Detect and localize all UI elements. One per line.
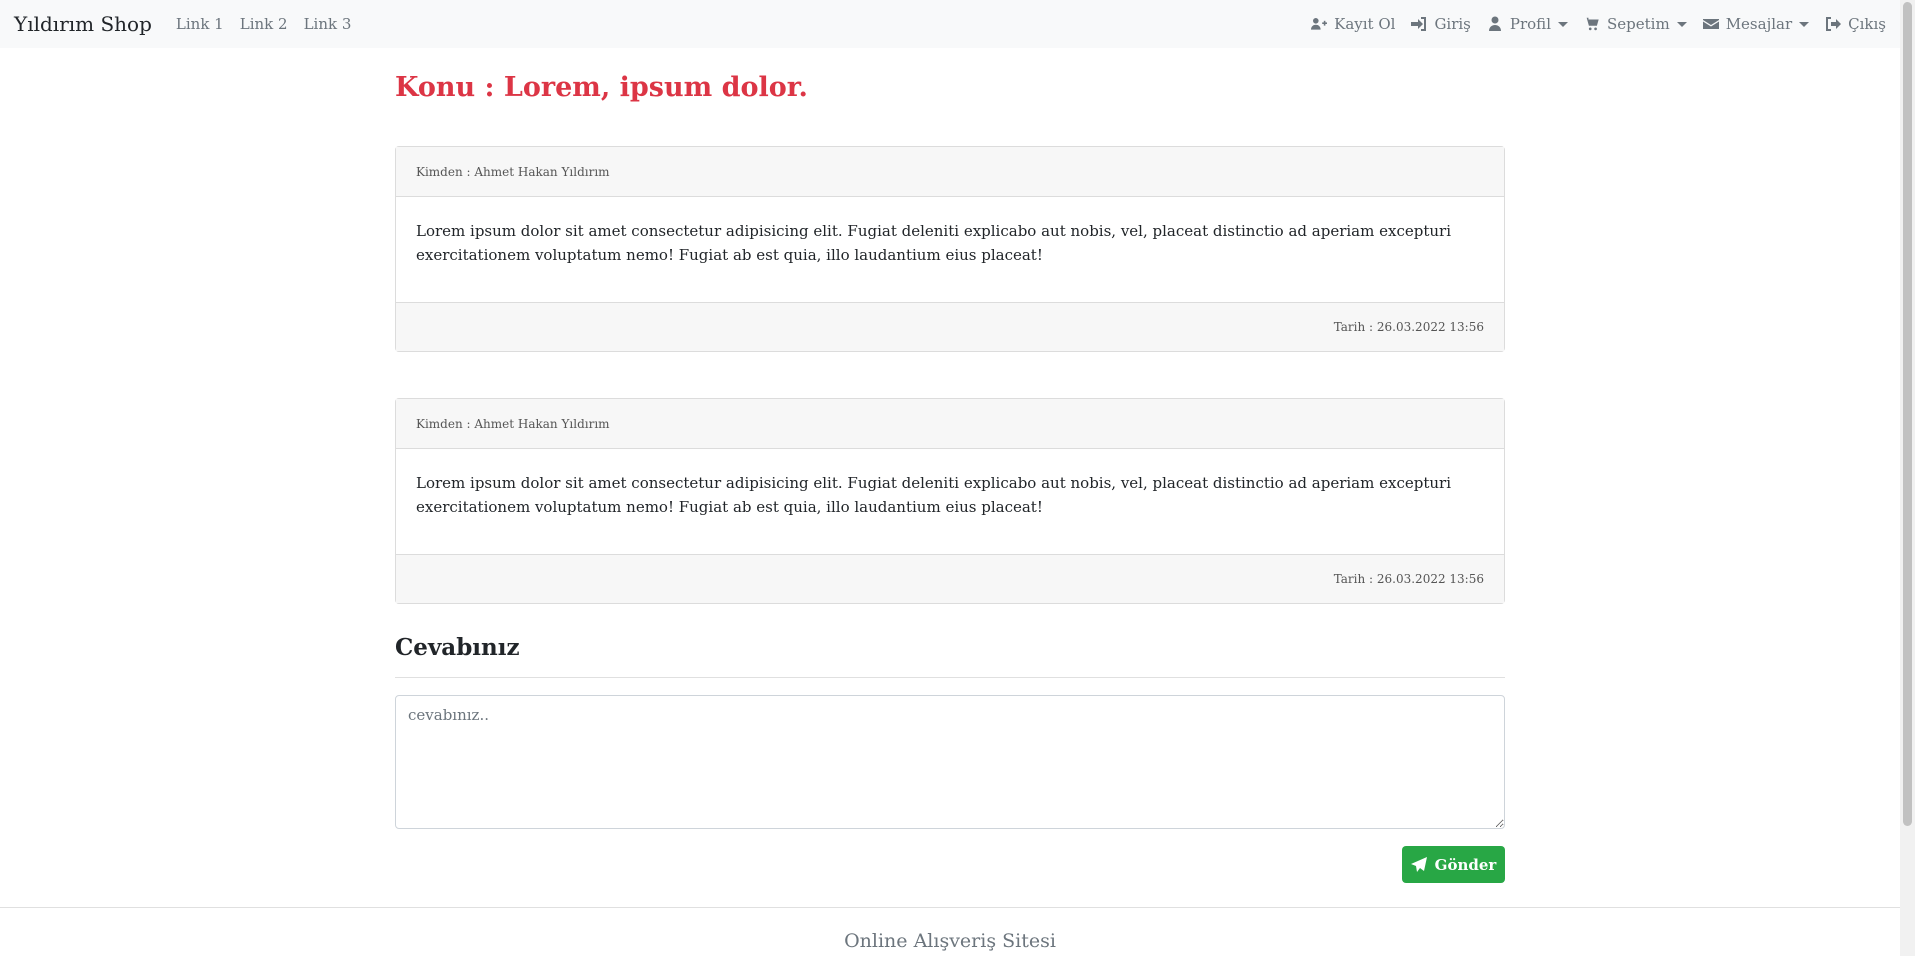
nav-messages-label: Mesajlar xyxy=(1725,15,1793,33)
send-button-label: Gönder xyxy=(1434,855,1497,874)
chevron-down-icon xyxy=(1676,21,1687,27)
nav-messages-dropdown[interactable]: Mesajlar xyxy=(1702,15,1810,33)
nav-link-1[interactable]: Link 1 xyxy=(176,15,224,33)
nav-register-label: Kayıt Ol xyxy=(1334,15,1396,33)
nav-profile-dropdown[interactable]: Profil xyxy=(1487,15,1568,33)
nav-login-label: Giriş xyxy=(1434,15,1471,33)
message-body: Lorem ipsum dolor sit amet consectetur a… xyxy=(416,222,1451,264)
paper-plane-icon xyxy=(1410,856,1427,872)
nav-link-3[interactable]: Link 3 xyxy=(304,15,352,33)
nav-cart-label: Sepetim xyxy=(1607,15,1670,33)
chevron-down-icon xyxy=(1558,21,1568,27)
chevron-down-icon xyxy=(1799,21,1810,27)
site-footer: Online Alışveriş Sitesi xyxy=(0,907,1900,956)
nav-register[interactable]: Kayıt Ol xyxy=(1311,15,1395,33)
message-card: Kimden : Ahmet Hakan Yıldırım Lorem ipsu… xyxy=(395,398,1505,604)
send-button[interactable]: Gönder xyxy=(1402,846,1505,883)
nav-links: Link 1 Link 2 Link 3 xyxy=(176,15,367,33)
reply-textarea[interactable] xyxy=(395,695,1505,829)
user-plus-icon xyxy=(1311,18,1328,30)
scrollbar-thumb[interactable] xyxy=(1903,2,1912,826)
navbar: Yıldırım Shop Link 1 Link 2 Link 3 Kayıt… xyxy=(0,0,1900,48)
sign-in-icon xyxy=(1411,17,1427,31)
nav-logout[interactable]: Çıkış xyxy=(1825,15,1886,33)
message-date: Tarih : 26.03.2022 13:56 xyxy=(396,302,1504,351)
envelope-icon xyxy=(1702,19,1719,29)
reply-divider xyxy=(395,677,1505,678)
message-subject: Konu : Lorem, ipsum dolor. xyxy=(395,72,808,103)
nav-link-2[interactable]: Link 2 xyxy=(240,15,288,33)
nav-cart-dropdown[interactable]: Sepetim xyxy=(1584,15,1687,33)
footer-text: Online Alışveriş Sitesi xyxy=(844,930,1056,952)
message-body: Lorem ipsum dolor sit amet consectetur a… xyxy=(416,474,1451,516)
nav-profile-label: Profil xyxy=(1509,15,1551,33)
nav-login[interactable]: Giriş xyxy=(1411,15,1471,33)
nav-right: Kayıt Ol Giriş Profil Sepetim Mesajlar Ç… xyxy=(1295,15,1886,33)
message-sender: Kimden : Ahmet Hakan Yıldırım xyxy=(396,399,1504,449)
message-sender: Kimden : Ahmet Hakan Yıldırım xyxy=(396,147,1504,197)
user-icon xyxy=(1488,16,1501,31)
nav-logout-label: Çıkış xyxy=(1848,15,1886,33)
message-card: Kimden : Ahmet Hakan Yıldırım Lorem ipsu… xyxy=(395,146,1505,352)
brand-logo[interactable]: Yıldırım Shop xyxy=(14,12,152,36)
cart-icon xyxy=(1584,17,1599,31)
sign-out-icon xyxy=(1826,17,1842,31)
message-date: Tarih : 26.03.2022 13:56 xyxy=(396,554,1504,603)
page-scrollbar[interactable] xyxy=(1900,0,1915,956)
reply-title: Cevabınız xyxy=(395,634,520,661)
